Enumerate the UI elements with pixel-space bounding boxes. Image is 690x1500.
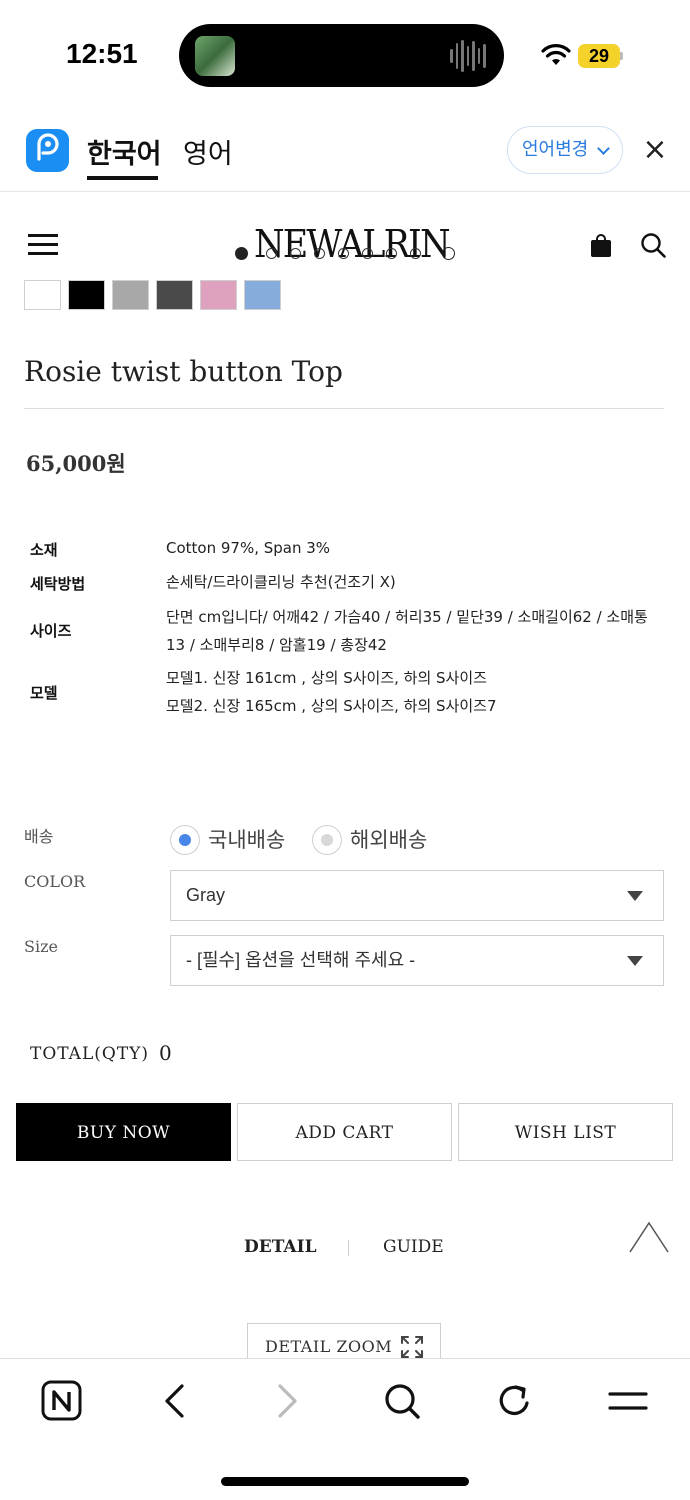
search-icon[interactable] bbox=[640, 232, 666, 258]
dropdown-caret-icon bbox=[627, 891, 643, 901]
spec-value: 손세탁/드라이클리닝 추천(건조기 X) bbox=[166, 573, 396, 591]
shipping-label: 배송 bbox=[24, 827, 54, 846]
color-swatches bbox=[24, 280, 281, 310]
color-swatch[interactable] bbox=[112, 280, 149, 310]
change-language-label: 언어변경 bbox=[522, 139, 589, 160]
color-swatch[interactable] bbox=[244, 280, 281, 310]
wish-list-button[interactable]: WISH LIST bbox=[458, 1103, 673, 1161]
now-playing-thumbnail bbox=[195, 36, 235, 76]
detail-zoom-label: DETAIL ZOOM bbox=[265, 1337, 393, 1356]
model-line: 모델2. 신장 165cm , 상의 S사이즈, 하의 S사이즈7 bbox=[166, 697, 497, 715]
tab-detail[interactable]: DETAIL bbox=[244, 1237, 317, 1257]
status-bar: 12:51 29 bbox=[0, 0, 690, 110]
size-select[interactable]: - [필수] 옵션을 선택해 주세요 - bbox=[170, 935, 664, 986]
forward-icon[interactable] bbox=[266, 1379, 310, 1423]
radio-overseas-label[interactable]: 해외배송 bbox=[350, 824, 427, 854]
color-swatch[interactable] bbox=[68, 280, 105, 310]
language-tab-korean[interactable]: 한국어 bbox=[87, 132, 162, 171]
logo-ring-icon bbox=[314, 248, 325, 259]
logo-ring-icon bbox=[266, 248, 277, 259]
total-qty-label: TOTAL(QTY) bbox=[30, 1044, 150, 1064]
papago-logo-icon[interactable] bbox=[26, 129, 69, 172]
size-select-value: - [필수] 옵션을 선택해 주세요 - bbox=[186, 950, 416, 970]
language-tab-english[interactable]: 영어 bbox=[183, 132, 233, 171]
product-title: Rosie twist button Top bbox=[24, 355, 343, 388]
back-icon[interactable] bbox=[152, 1379, 196, 1423]
menu-icon[interactable] bbox=[606, 1379, 650, 1423]
dropdown-caret-icon bbox=[627, 956, 643, 966]
spec-label: 세탁방법 bbox=[30, 575, 86, 593]
dynamic-island[interactable] bbox=[179, 24, 504, 87]
spec-value: Cotton 97%, Span 3% bbox=[166, 539, 331, 557]
shopping-bag-icon[interactable] bbox=[591, 234, 611, 258]
logo-ring-icon bbox=[386, 248, 397, 259]
logo-dot-icon bbox=[235, 247, 248, 260]
close-icon[interactable]: × bbox=[641, 135, 669, 165]
color-swatch[interactable] bbox=[24, 280, 61, 310]
model-line: 모델1. 신장 161cm , 상의 S사이즈, 하의 S사이즈 bbox=[166, 669, 487, 687]
color-swatch[interactable] bbox=[200, 280, 237, 310]
home-indicator[interactable] bbox=[221, 1477, 469, 1486]
site-logo[interactable]: NEWALRIN bbox=[230, 220, 460, 270]
active-language-underline bbox=[87, 176, 158, 180]
chevron-down-icon bbox=[597, 142, 610, 155]
spec-label: 모델 bbox=[30, 684, 58, 702]
translate-bar: 한국어 영어 언어변경 × bbox=[0, 110, 690, 192]
battery-nub bbox=[620, 52, 623, 60]
expand-icon bbox=[401, 1336, 423, 1358]
spec-value: 모델1. 신장 161cm , 상의 S사이즈, 하의 S사이즈 모델2. 신장… bbox=[166, 664, 666, 720]
logo-ring-icon bbox=[338, 248, 349, 259]
color-swatch[interactable] bbox=[156, 280, 193, 310]
naver-n-icon[interactable] bbox=[40, 1379, 84, 1423]
scroll-top-icon[interactable] bbox=[628, 1220, 670, 1254]
color-select-value: Gray bbox=[186, 885, 226, 905]
status-time: 12:51 bbox=[66, 38, 138, 69]
change-language-button[interactable]: 언어변경 bbox=[507, 126, 623, 174]
refresh-icon[interactable] bbox=[493, 1379, 537, 1423]
color-option-label: COLOR bbox=[24, 872, 86, 891]
color-select[interactable]: Gray bbox=[170, 870, 664, 921]
divider bbox=[24, 408, 664, 409]
add-cart-button[interactable]: ADD CART bbox=[237, 1103, 452, 1161]
tab-divider bbox=[348, 1240, 349, 1256]
spec-label: 사이즈 bbox=[30, 622, 72, 640]
tab-guide[interactable]: GUIDE bbox=[383, 1237, 444, 1257]
product-price: 65,000원 bbox=[26, 451, 126, 476]
menu-icon[interactable] bbox=[28, 234, 58, 255]
search-icon[interactable] bbox=[380, 1379, 424, 1423]
spec-label: 소재 bbox=[30, 541, 58, 559]
radio-domestic[interactable] bbox=[170, 825, 200, 855]
radio-overseas[interactable] bbox=[312, 825, 342, 855]
spec-value: 단면 cm입니다/ 어깨42 / 가슴40 / 허리35 / 밑단39 / 소매… bbox=[166, 608, 648, 654]
logo-ring-icon bbox=[362, 248, 373, 259]
total-qty-value: 0 bbox=[159, 1041, 172, 1065]
logo-ring-icon bbox=[410, 248, 421, 259]
battery-indicator: 29 bbox=[578, 44, 620, 68]
logo-circle-icon bbox=[442, 247, 455, 260]
size-option-label: Size bbox=[24, 937, 58, 956]
wifi-icon bbox=[541, 44, 571, 65]
buy-now-button[interactable]: BUY NOW bbox=[16, 1103, 231, 1161]
radio-domestic-label[interactable]: 국내배송 bbox=[208, 824, 285, 854]
logo-ring-icon bbox=[290, 248, 301, 259]
logo-text: NEWALRIN bbox=[254, 222, 451, 266]
audio-wave-icon bbox=[450, 40, 487, 72]
